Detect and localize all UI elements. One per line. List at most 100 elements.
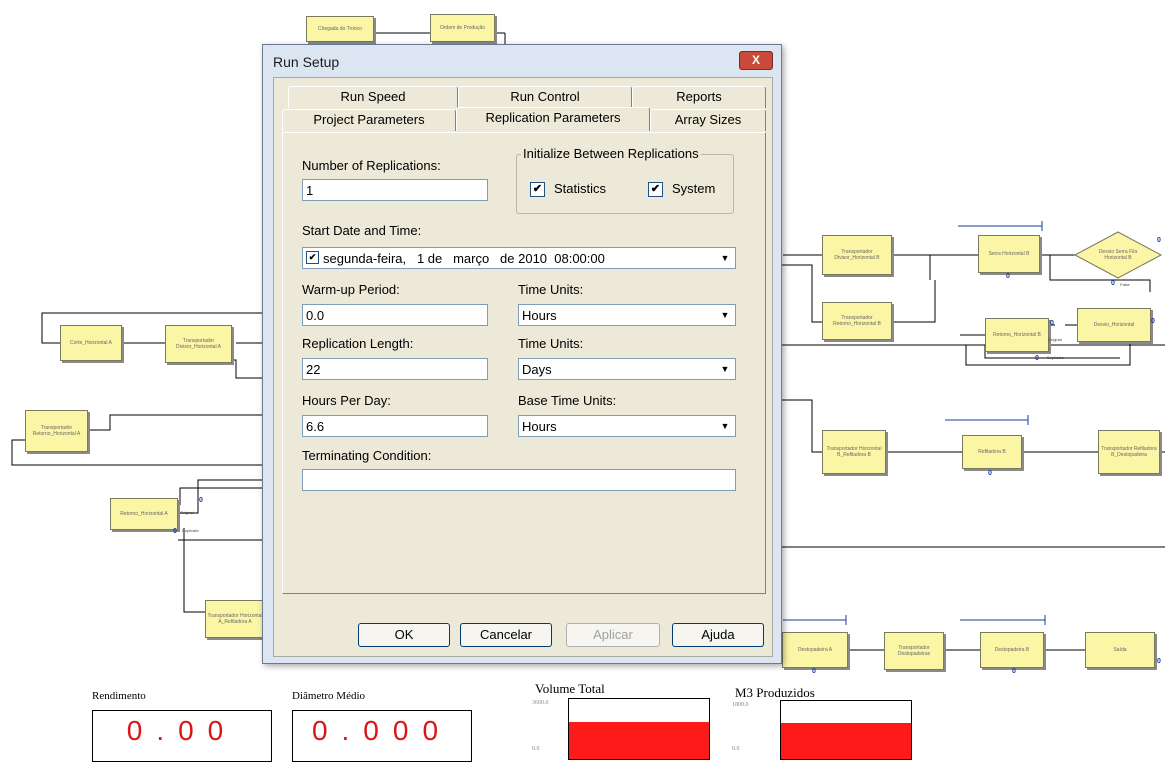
system-checkbox[interactable]: ✔: [648, 182, 663, 197]
warmup-units-label: Time Units:: [518, 282, 584, 297]
module-transp-destopadeira[interactable]: Transportador Destopadeiras: [884, 632, 944, 670]
duplicate-label: Duplicate: [182, 528, 199, 533]
m3-min: 0.0: [732, 746, 740, 752]
m3-bar: [780, 700, 912, 760]
initialize-group-label: Initialize Between Replications: [521, 146, 701, 161]
dialog-body: Run Speed Run Control Reports Project Pa…: [273, 77, 773, 657]
module-desvio-horizontal[interactable]: Desvio_Horizontal: [1077, 308, 1151, 342]
warmup-units-value: Hours: [522, 308, 557, 323]
hours-per-day-field[interactable]: 6.6: [302, 415, 488, 437]
counter: 0: [1151, 318, 1155, 325]
counter: 0: [1035, 355, 1039, 362]
tab-replication-parameters[interactable]: Replication Parameters: [456, 107, 650, 131]
counter: 0: [812, 668, 816, 675]
module-transp-destopadeira-b[interactable]: Transportador Refiladora B_Destopadeira: [1098, 430, 1160, 474]
volume-bar: [568, 698, 710, 760]
module-saida[interactable]: Saída: [1085, 632, 1155, 668]
rendimento-display: 0.00: [92, 710, 272, 762]
start-date-checkbox[interactable]: ✔: [306, 251, 319, 264]
base-units-value: Hours: [522, 419, 557, 434]
diametro-value: 0.000: [311, 715, 453, 746]
desvio-fila-text-2: Horizontal B: [1104, 255, 1132, 261]
warmup-field[interactable]: 0.0: [302, 304, 488, 326]
chevron-down-icon[interactable]: ▼: [717, 418, 733, 434]
diametro-display: 0.000: [292, 710, 472, 762]
module-serra-b[interactable]: Serra Horizontal B: [978, 235, 1040, 273]
module-retorno-a[interactable]: Retorno_Horizontal A: [110, 498, 178, 530]
volume-title: Volume Total: [535, 681, 605, 696]
base-units-label: Base Time Units:: [518, 393, 617, 408]
num-replications-field[interactable]: 1: [302, 179, 488, 201]
m3-title: M3 Produzidos: [735, 685, 815, 700]
warmup-units-select[interactable]: Hours ▼: [518, 304, 736, 326]
module-corte-a[interactable]: Corte_Horizontal A: [60, 325, 122, 361]
tab-reports[interactable]: Reports: [632, 86, 766, 108]
module-transp-refiladora-b[interactable]: Transportador Horizontal B_Refiladora B: [822, 430, 886, 474]
volume-max: 3600.0: [532, 700, 549, 706]
replication-length-label: Replication Length:: [302, 336, 414, 351]
counter: 0: [1006, 273, 1010, 280]
counter: 0: [1050, 320, 1054, 327]
help-button[interactable]: Ajuda: [672, 623, 764, 647]
hours-per-day-label: Hours Per Day:: [302, 393, 391, 408]
chevron-down-icon[interactable]: ▼: [717, 250, 733, 266]
replen-units-label: Time Units:: [518, 336, 584, 351]
ok-button[interactable]: OK: [358, 623, 450, 647]
duplicate-label: Duplicate: [1047, 355, 1064, 360]
replen-units-select[interactable]: Days ▼: [518, 358, 736, 380]
counter: 0: [1012, 668, 1016, 675]
cancel-button[interactable]: Cancelar: [460, 623, 552, 647]
counter: 0: [173, 528, 177, 535]
original-label: Original: [1048, 337, 1062, 342]
module-destopadeira-a[interactable]: Destopadeira A: [782, 632, 848, 668]
rendimento-title: Rendimento: [92, 690, 146, 702]
counter: 0: [1157, 237, 1161, 244]
counter: 0: [199, 497, 203, 504]
close-button[interactable]: X: [739, 51, 773, 70]
original-label: Original: [180, 510, 194, 515]
replication-length-field[interactable]: 22: [302, 358, 488, 380]
dialog-title: Run Setup: [273, 54, 340, 70]
apply-button[interactable]: Aplicar: [566, 623, 660, 647]
module-chegada[interactable]: Chegada do Tronco: [306, 16, 374, 42]
start-date-picker[interactable]: ✔ segunda-feira, 1 de março de 2010 08:0…: [302, 247, 736, 269]
module-ordem[interactable]: Ordem de Produção: [430, 14, 495, 42]
terminating-condition-field[interactable]: [302, 469, 736, 491]
start-date-label: Start Date and Time:: [302, 223, 422, 238]
counter: 0: [1111, 280, 1115, 287]
chevron-down-icon[interactable]: ▼: [717, 307, 733, 323]
diametro-title: Diâmetro Médio: [292, 690, 366, 702]
replen-units-value: Days: [522, 362, 552, 377]
chevron-down-icon[interactable]: ▼: [717, 361, 733, 377]
module-transp-refiladora-a[interactable]: Transportador Horizontal A_Refiladora A: [205, 600, 265, 638]
tab-project-parameters[interactable]: Project Parameters: [282, 109, 456, 131]
base-units-select[interactable]: Hours ▼: [518, 415, 736, 437]
module-refiladora-b[interactable]: Refiladora B: [962, 435, 1022, 469]
counter: 0: [988, 470, 992, 477]
rendimento-value: 0.00: [126, 715, 238, 746]
statistics-label: Statistics: [554, 181, 607, 196]
counter: 0: [1157, 658, 1161, 665]
module-retorno-b[interactable]: Retorno_Horizontal B: [985, 318, 1049, 352]
tab-run-control[interactable]: Run Control: [458, 86, 632, 108]
tab-run-speed[interactable]: Run Speed: [288, 86, 458, 108]
statistics-checkbox[interactable]: ✔: [530, 182, 545, 197]
module-transp-retorno-b[interactable]: Transportador Retorno_Horizontal B: [822, 302, 892, 340]
check-icon: ✔: [650, 183, 661, 195]
system-label: System: [672, 181, 716, 196]
warmup-label: Warm-up Period:: [302, 282, 400, 297]
terminating-condition-label: Terminating Condition:: [302, 448, 432, 463]
module-destopadeira-b[interactable]: Destopadeira B: [980, 632, 1044, 668]
volume-bar-fill: [569, 721, 709, 759]
volume-min: 0.0: [532, 746, 540, 752]
module-transp-divisor-a[interactable]: Transportador Divisor_Horizontal A: [165, 325, 232, 363]
false-label: False: [1120, 282, 1130, 287]
tab-array-sizes[interactable]: Array Sizes: [650, 109, 766, 131]
run-setup-dialog: Run Setup X Run Speed Run Control Report…: [262, 44, 782, 664]
num-replications-label: Number of Replications:: [302, 158, 441, 173]
module-transp-retorno-a[interactable]: Transportador Retorno_Horizontal A: [25, 410, 88, 452]
m3-max: 1800.0: [732, 702, 749, 708]
check-icon: ✔: [532, 183, 543, 195]
start-date-value: segunda-feira, 1 de março de 2010 08:00:…: [323, 251, 605, 266]
module-transp-divisor-b[interactable]: Transportador Divisor_Horizontal B: [822, 235, 892, 275]
